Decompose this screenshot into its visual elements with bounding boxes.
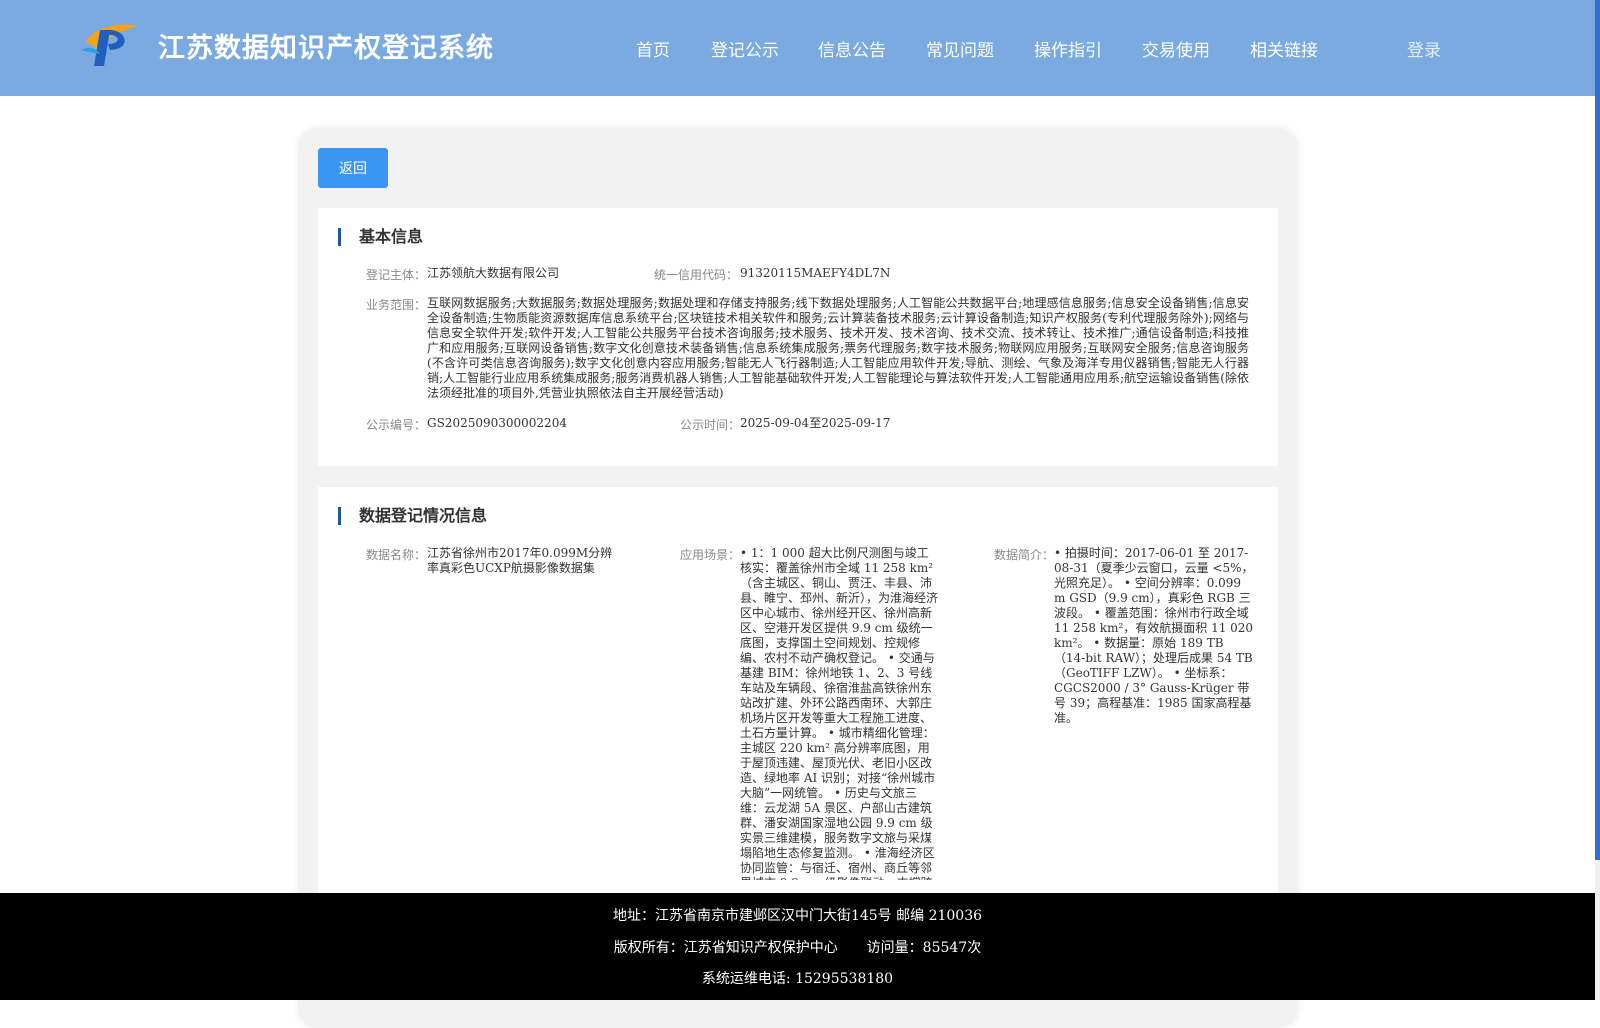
pub-time-value: 2025-09-04至2025-09-17 — [740, 416, 891, 430]
pub-no-label: 公示编号： — [365, 418, 426, 432]
credit-code-value: 91320115MAEFY4DL7N — [740, 266, 891, 280]
scrollbar-track[interactable] — [1595, 0, 1600, 1000]
credit-code-label: 统一信用代码： — [653, 268, 738, 282]
pub-no-value: GS2025090300002204 — [427, 416, 567, 430]
footer-phone: 系统运维电话: 15295538180 — [701, 971, 894, 987]
footer-address: 地址：江苏省南京市建邺区汉中门大街145号 邮编 210036 — [612, 908, 983, 924]
back-button[interactable]: 返回 — [318, 148, 388, 188]
footer-copyright-row: 版权所有：江苏省知识产权保护中心 访问量：85547次 — [0, 937, 1595, 957]
nav-faq[interactable]: 常见问题 — [926, 36, 994, 61]
scene-value: • 1：1 000 超大比例尺测图与竣工核实：覆盖徐州市全域 11 258 km… — [740, 546, 938, 880]
footer-copyright: 版权所有：江苏省知识产权保护中心 — [613, 940, 838, 956]
footer-visits: 访问量：85547次 — [866, 940, 982, 956]
page-footer: 地址：江苏省南京市建邺区汉中门大街145号 邮编 210036 版权所有：江苏省… — [0, 893, 1595, 1000]
data-info-card: 数据登记情况信息 数据名称： 江苏省徐州市2017年0.099M分辨率真彩色UC… — [318, 487, 1278, 907]
login-link[interactable]: 登录 — [1407, 36, 1441, 61]
top-header: 江苏数据知识产权登记系统 首页 登记公示 信息公告 常见问题 操作指引 交易使用… — [0, 0, 1595, 96]
nav-guide[interactable]: 操作指引 — [1034, 36, 1102, 61]
scrollbar-thumb[interactable] — [1595, 0, 1600, 860]
intro-value: • 拍摄时间：2017-06-01 至 2017-08-31（夏季少云窗口，云量… — [1054, 546, 1254, 725]
basic-info-title: 基本信息 — [338, 228, 423, 246]
data-name-label: 数据名称： — [365, 548, 426, 562]
intro-label: 数据简介： — [993, 548, 1054, 562]
nav-links[interactable]: 相关链接 — [1250, 36, 1318, 61]
nav-trading[interactable]: 交易使用 — [1142, 36, 1210, 61]
nav-registration-publicity[interactable]: 登记公示 — [711, 36, 779, 61]
scope-label: 业务范围： — [365, 298, 426, 312]
site-logo — [82, 24, 138, 66]
basic-info-card: 基本信息 登记主体： 江苏领航大数据有限公司 统一信用代码： 91320115M… — [318, 208, 1278, 466]
subject-value: 江苏领航大数据有限公司 — [427, 266, 560, 280]
nav-announcements[interactable]: 信息公告 — [818, 36, 886, 61]
data-info-title: 数据登记情况信息 — [338, 507, 487, 525]
scope-value: 互联网数据服务;大数据服务;数据处理服务;数据处理和存储支持服务;线下数据处理服… — [427, 296, 1249, 400]
scene-label: 应用场景： — [679, 548, 740, 562]
nav-home[interactable]: 首页 — [636, 36, 670, 61]
data-name-value: 江苏省徐州市2017年0.099M分辨率真彩色UCXP航摄影像数据集 — [427, 546, 613, 575]
site-title: 江苏数据知识产权登记系统 — [158, 33, 494, 64]
pub-time-label: 公示时间： — [679, 418, 740, 432]
subject-label: 登记主体： — [365, 268, 426, 282]
